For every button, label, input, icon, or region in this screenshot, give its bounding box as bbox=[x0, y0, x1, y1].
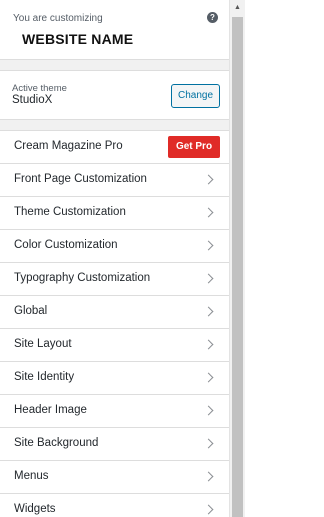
menu-item-theme-customization[interactable]: Theme Customization bbox=[0, 197, 229, 230]
chevron-right-icon bbox=[203, 438, 214, 449]
menu-item-cream-magazine-pro: Cream Magazine Pro Get Pro bbox=[0, 131, 229, 164]
chevron-right-icon bbox=[203, 339, 214, 350]
menu-item-label: Front Page Customization bbox=[14, 173, 147, 185]
chevron-right-icon bbox=[203, 240, 214, 251]
vertical-scrollbar[interactable]: ▲ bbox=[229, 0, 245, 517]
chevron-right-icon bbox=[203, 471, 214, 482]
menu-item-label: Global bbox=[14, 305, 48, 317]
menu-item-header-image[interactable]: Header Image bbox=[0, 395, 229, 428]
menu-item-front-page-customization[interactable]: Front Page Customization bbox=[0, 164, 229, 197]
chevron-right-icon bbox=[203, 504, 214, 515]
get-pro-button[interactable]: Get Pro bbox=[168, 136, 220, 158]
menu-item-site-layout[interactable]: Site Layout bbox=[0, 329, 229, 362]
customizer-menu: Cream Magazine Pro Get Pro Front Page Cu… bbox=[0, 130, 229, 517]
customizer-header: You are customizing WEBSITE NAME ? bbox=[0, 0, 229, 60]
scroll-up-arrow-icon[interactable]: ▲ bbox=[230, 0, 245, 15]
change-theme-button[interactable]: Change bbox=[171, 84, 220, 108]
customizer-panel: You are customizing WEBSITE NAME ? Activ… bbox=[0, 0, 229, 517]
active-theme-label: Active theme bbox=[12, 83, 67, 94]
menu-item-label: Cream Magazine Pro bbox=[14, 140, 123, 152]
chevron-right-icon bbox=[203, 207, 214, 218]
menu-item-typography-customization[interactable]: Typography Customization bbox=[0, 263, 229, 296]
chevron-right-icon bbox=[203, 273, 214, 284]
menu-item-label: Site Background bbox=[14, 437, 99, 449]
active-theme-name: StudioX bbox=[12, 94, 53, 106]
chevron-right-icon bbox=[203, 306, 214, 317]
menu-item-label: Color Customization bbox=[14, 239, 118, 251]
menu-item-label: Widgets bbox=[14, 503, 56, 515]
active-theme-section: Active theme StudioX Change bbox=[0, 70, 229, 120]
menu-item-widgets[interactable]: Widgets bbox=[0, 494, 229, 517]
scrollbar-thumb[interactable] bbox=[232, 17, 243, 517]
menu-item-menus[interactable]: Menus bbox=[0, 461, 229, 494]
menu-item-site-identity[interactable]: Site Identity bbox=[0, 362, 229, 395]
chevron-right-icon bbox=[203, 174, 214, 185]
menu-item-label: Theme Customization bbox=[14, 206, 126, 218]
menu-item-color-customization[interactable]: Color Customization bbox=[0, 230, 229, 263]
menu-item-site-background[interactable]: Site Background bbox=[0, 428, 229, 461]
menu-item-label: Typography Customization bbox=[14, 272, 151, 284]
menu-item-label: Header Image bbox=[14, 404, 87, 416]
help-icon[interactable]: ? bbox=[207, 12, 218, 23]
menu-item-label: Site Identity bbox=[14, 371, 75, 383]
menu-item-global[interactable]: Global bbox=[0, 296, 229, 329]
menu-item-label: Menus bbox=[14, 470, 49, 482]
site-name: WEBSITE NAME bbox=[22, 31, 134, 47]
customizing-label: You are customizing bbox=[13, 13, 103, 24]
chevron-right-icon bbox=[203, 372, 214, 383]
chevron-right-icon bbox=[203, 405, 214, 416]
menu-item-label: Site Layout bbox=[14, 338, 72, 350]
